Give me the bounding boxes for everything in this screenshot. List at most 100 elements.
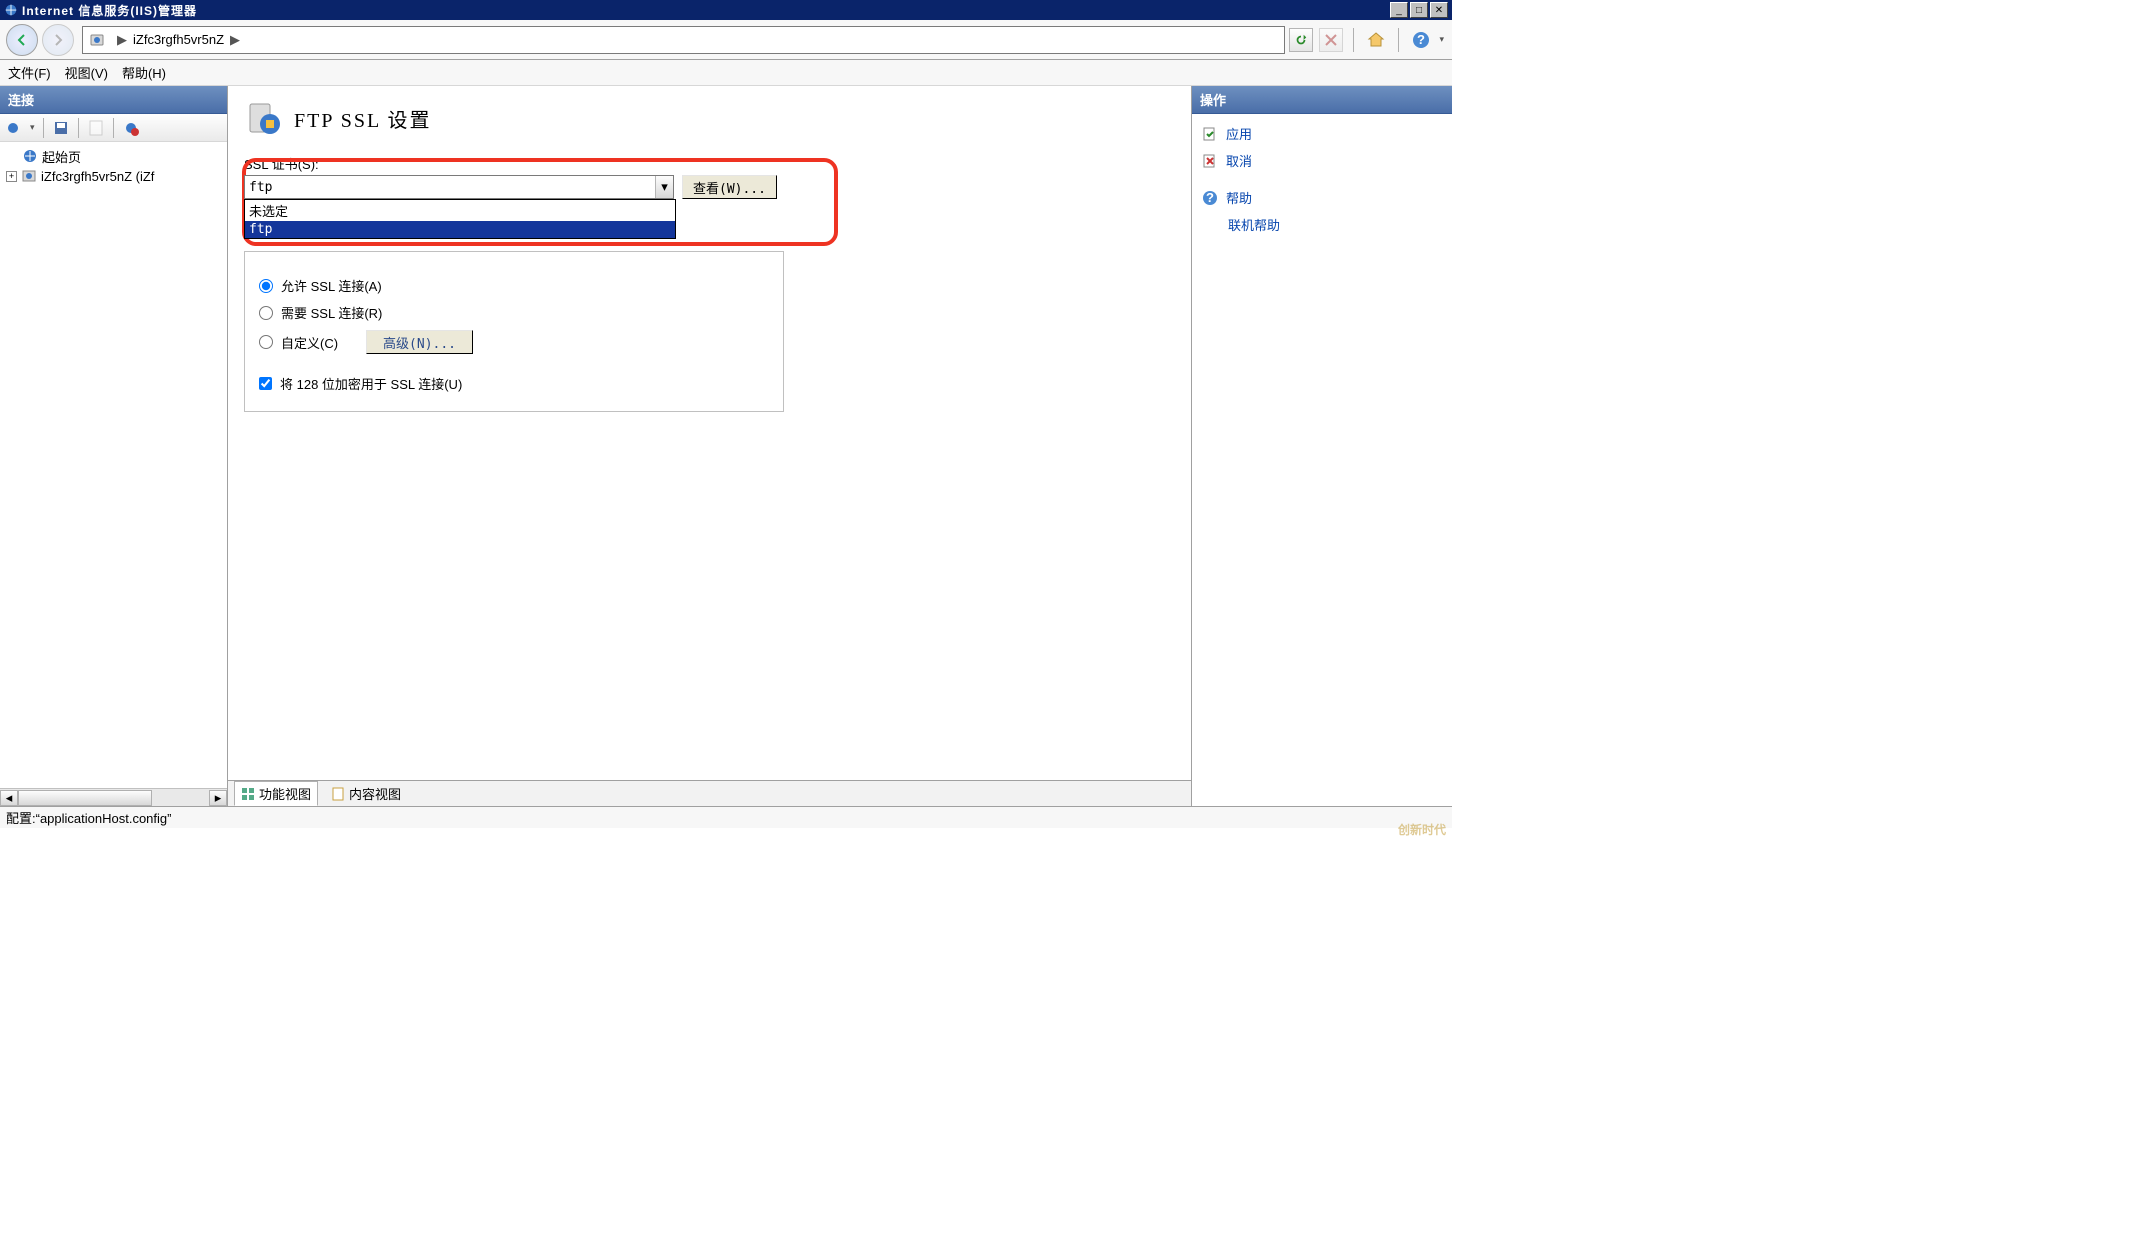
- view-cert-button[interactable]: 查看(W)...: [682, 175, 777, 199]
- connect-dropdown-icon[interactable]: ▾: [30, 122, 35, 133]
- content: 连接 ▾ 起始页 + iZfc3rgfh5vr5nZ (iZf: [0, 86, 1452, 806]
- radio-label: 允许 SSL 连接(A): [281, 276, 382, 295]
- content-icon: [331, 787, 345, 801]
- menu-view[interactable]: 视图(V): [65, 63, 108, 82]
- maximize-button[interactable]: □: [1410, 2, 1428, 18]
- nav-separator: [1398, 28, 1399, 52]
- connections-header: 连接: [0, 86, 227, 114]
- separator: [78, 118, 79, 138]
- back-button[interactable]: [6, 24, 38, 56]
- separator: [43, 118, 44, 138]
- ftp-ssl-icon: [244, 98, 284, 138]
- action-apply[interactable]: 应用: [1200, 120, 1444, 147]
- ssl-policy-group: 允许 SSL 连接(A) 需要 SSL 连接(R) 自定义(C) 高级(N)..…: [244, 251, 784, 412]
- connections-toolbar: ▾: [0, 114, 227, 142]
- action-label: 取消: [1226, 151, 1252, 170]
- features-icon: [241, 787, 255, 801]
- connections-tree: 起始页 + iZfc3rgfh5vr5nZ (iZf: [0, 142, 227, 788]
- ssl-cert-label: SSL 证书(S):: [244, 154, 1175, 173]
- action-online-help[interactable]: 联机帮助: [1226, 211, 1444, 238]
- tab-features-view[interactable]: 功能视图: [234, 781, 318, 806]
- ssl-cert-dropdown: 未选定 ftp: [244, 199, 676, 239]
- tab-content-view[interactable]: 内容视图: [324, 781, 408, 806]
- titlebar-text: Internet 信息服务(IIS)管理器: [22, 2, 1388, 19]
- expand-icon[interactable]: +: [6, 171, 17, 182]
- checkbox-label: 将 128 位加密用于 SSL 连接(U): [280, 374, 462, 393]
- ssl-cert-combobox[interactable]: ftp ▾ 未选定 ftp: [244, 175, 674, 199]
- server-stop-icon[interactable]: [122, 119, 140, 137]
- checkbox-128bit[interactable]: 将 128 位加密用于 SSL 连接(U): [259, 374, 769, 393]
- scroll-thumb[interactable]: [18, 790, 152, 806]
- page-title: FTP SSL 设置: [244, 98, 1175, 138]
- radio-input[interactable]: [259, 306, 273, 320]
- help-dropdown-icon[interactable]: ▾: [1439, 34, 1444, 45]
- refresh-button[interactable]: [1289, 28, 1313, 52]
- page-title-text: FTP SSL 设置: [294, 104, 431, 133]
- status-text: 配置:“applicationHost.config”: [6, 808, 171, 827]
- svg-text:?: ?: [1417, 32, 1425, 47]
- action-cancel[interactable]: 取消: [1200, 147, 1444, 174]
- apply-icon: [1202, 126, 1218, 142]
- actions-header: 操作: [1192, 86, 1452, 114]
- chevron-down-icon[interactable]: ▾: [655, 176, 673, 198]
- close-button[interactable]: ✕: [1430, 2, 1448, 18]
- radio-require-ssl[interactable]: 需要 SSL 连接(R): [259, 303, 769, 322]
- cancel-icon: [1202, 153, 1218, 169]
- action-label: 应用: [1226, 124, 1252, 143]
- help-icon: ?: [1202, 190, 1218, 206]
- actions-panel: 操作 应用 取消 ? 帮助 联机帮助: [1192, 86, 1452, 806]
- tree-start-page[interactable]: 起始页: [2, 146, 225, 166]
- chevron-right-icon: ▶: [230, 32, 240, 48]
- ssl-cert-selected: ftp: [245, 180, 655, 195]
- breadcrumb-segment[interactable]: iZfc3rgfh5vr5nZ: [133, 32, 224, 47]
- center-body: FTP SSL 设置 SSL 证书(S): ftp ▾ 未选定 ftp 查看(W…: [228, 86, 1191, 780]
- svg-text:?: ?: [1206, 190, 1214, 205]
- chevron-right-icon: ▶: [117, 32, 127, 48]
- scroll-right-icon[interactable]: ▸: [209, 790, 227, 806]
- tree-scrollbar[interactable]: ◂ ▸: [0, 788, 227, 806]
- app-icon: [4, 3, 18, 17]
- titlebar: Internet 信息服务(IIS)管理器 _ □ ✕: [0, 0, 1452, 20]
- action-help[interactable]: ? 帮助: [1200, 184, 1444, 211]
- watermark: 创新时代: [1398, 821, 1446, 838]
- start-page-icon: [22, 148, 38, 164]
- home-button[interactable]: [1364, 28, 1388, 52]
- advanced-button[interactable]: 高级(N)...: [366, 330, 473, 354]
- connect-icon[interactable]: [4, 119, 22, 137]
- center-panel: FTP SSL 设置 SSL 证书(S): ftp ▾ 未选定 ftp 查看(W…: [228, 86, 1192, 806]
- help-button[interactable]: ?: [1409, 28, 1433, 52]
- tab-label: 内容视图: [349, 784, 401, 803]
- navbar: ▶ iZfc3rgfh5vr5nZ ▶ ? ▾: [0, 20, 1452, 60]
- tree-label: 起始页: [42, 147, 81, 166]
- radio-input[interactable]: [259, 335, 273, 349]
- radio-label: 自定义(C): [281, 333, 338, 352]
- radio-label: 需要 SSL 连接(R): [281, 303, 382, 322]
- statusbar: 配置:“applicationHost.config”: [0, 806, 1452, 828]
- view-tabs: 功能视图 内容视图: [228, 780, 1191, 806]
- minimize-button[interactable]: _: [1390, 2, 1408, 18]
- action-label: 联机帮助: [1228, 215, 1280, 234]
- forward-button[interactable]: [42, 24, 74, 56]
- scroll-left-icon[interactable]: ◂: [0, 790, 18, 806]
- ssl-cert-option[interactable]: ftp: [245, 221, 675, 238]
- stop-button[interactable]: [1319, 28, 1343, 52]
- save-icon[interactable]: [52, 119, 70, 137]
- ssl-cert-option[interactable]: 未选定: [245, 200, 675, 221]
- separator: [113, 118, 114, 138]
- connections-panel: 连接 ▾ 起始页 + iZfc3rgfh5vr5nZ (iZf: [0, 86, 228, 806]
- breadcrumb[interactable]: ▶ iZfc3rgfh5vr5nZ ▶: [82, 26, 1285, 54]
- nav-separator: [1353, 28, 1354, 52]
- radio-allow-ssl[interactable]: 允许 SSL 连接(A): [259, 276, 769, 295]
- tree-label: iZfc3rgfh5vr5nZ (iZf: [41, 169, 154, 184]
- server-icon: [21, 168, 37, 184]
- page-icon[interactable]: [87, 119, 105, 137]
- radio-custom[interactable]: 自定义(C) 高级(N)...: [259, 330, 769, 354]
- scroll-track[interactable]: [18, 790, 209, 806]
- tree-server-node[interactable]: + iZfc3rgfh5vr5nZ (iZf: [2, 166, 225, 186]
- action-label: 帮助: [1226, 188, 1252, 207]
- menubar: 文件(F) 视图(V) 帮助(H): [0, 60, 1452, 86]
- menu-help[interactable]: 帮助(H): [122, 63, 166, 82]
- checkbox-input[interactable]: [259, 377, 272, 390]
- radio-input[interactable]: [259, 279, 273, 293]
- menu-file[interactable]: 文件(F): [8, 63, 51, 82]
